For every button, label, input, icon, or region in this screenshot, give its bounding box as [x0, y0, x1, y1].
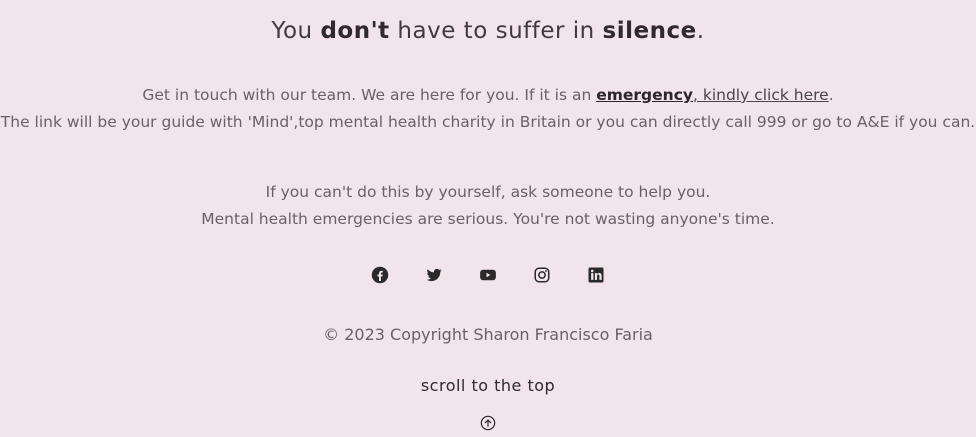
headline-bold-dont: don't — [320, 18, 390, 44]
arrow-up-circle-icon[interactable] — [480, 415, 496, 431]
instagram-icon[interactable] — [533, 266, 551, 284]
headline-part2: have to suffer in — [389, 18, 603, 44]
youtube-icon[interactable] — [479, 266, 497, 284]
scroll-to-top-link[interactable]: scroll to the top — [0, 376, 976, 395]
twitter-icon[interactable] — [425, 266, 443, 284]
facebook-icon[interactable] — [371, 266, 389, 284]
kindly-click-here-link[interactable]: , kindly click here — [693, 86, 829, 104]
headline-part1: You — [271, 18, 321, 44]
emergency-link[interactable]: emergency — [596, 86, 693, 104]
intro-text: Get in touch with our team. We are here … — [142, 86, 597, 104]
intro-line-2: The link will be your guide with 'Mind',… — [0, 113, 976, 131]
page-title: You don't have to suffer in silence. — [0, 18, 976, 44]
headline-bold-silence: silence — [602, 18, 697, 44]
intro-line-1: Get in touch with our team. We are here … — [0, 86, 976, 104]
linkedin-icon[interactable] — [587, 266, 605, 284]
support-line-2: Mental health emergencies are serious. Y… — [201, 210, 775, 228]
footer-section: You don't have to suffer in silence. Get… — [0, 0, 976, 437]
intro-period: . — [828, 86, 834, 104]
headline-part3: . — [696, 18, 705, 44]
copyright-text: © 2023 Copyright Sharon Francisco Faria — [323, 325, 653, 344]
social-links — [0, 266, 976, 284]
support-line-1: If you can't do this by yourself, ask so… — [265, 183, 711, 201]
